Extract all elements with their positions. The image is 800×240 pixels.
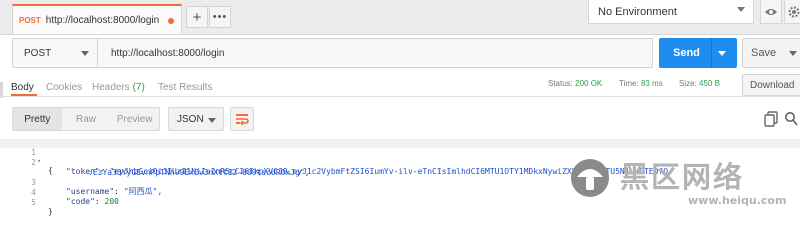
manage-environments-button[interactable]	[784, 0, 800, 24]
new-tab-button[interactable]: +	[186, 6, 208, 28]
mushroom-logo-icon	[571, 159, 609, 197]
view-preview[interactable]: Preview	[110, 108, 159, 130]
send-options-chevron-icon[interactable]	[718, 51, 726, 56]
gear-icon	[788, 6, 800, 17]
more-tabs-button[interactable]: •••	[209, 6, 231, 28]
time-readout: Time: 83 ms	[619, 79, 663, 88]
ellipsis-icon: •••	[212, 11, 228, 23]
format-label: JSON	[177, 113, 204, 125]
current-line-highlight	[0, 139, 800, 148]
tab-headers[interactable]: Headers (7)	[92, 82, 145, 93]
watermark: 黑区网络 www.heiqu.com	[568, 150, 800, 213]
tab-cookies[interactable]: Cookies	[46, 82, 82, 93]
wrap-lines-button[interactable]	[230, 107, 254, 131]
tab-bar: POST http://localhost:8000/login + ••• N…	[0, 0, 800, 35]
username-key: "username"	[66, 187, 115, 196]
open-brace: {	[48, 166, 53, 175]
view-mode-group: Pretty Raw Preview	[12, 107, 160, 131]
url-value: http://localhost:8000/login	[111, 47, 225, 59]
tab-url: http://localhost:8000/login	[45, 14, 160, 26]
line-number: 5	[31, 198, 36, 207]
tab-test-results[interactable]: Test Results	[158, 82, 212, 93]
environment-label: No Environment	[598, 5, 677, 18]
method-select[interactable]: POST	[12, 38, 98, 68]
tab-body[interactable]: Body	[11, 82, 34, 93]
code-line-1: 1 ▾ {	[0, 139, 53, 175]
environment-select[interactable]: No Environment	[588, 0, 754, 24]
token-value-part2: .EzYa33YyGEvnPpTNhv9ExEv3nXttI2-009tsoUR…	[88, 168, 305, 177]
watermark-url: www.heiqu.com	[688, 194, 787, 207]
size-value: 450 B	[699, 79, 720, 88]
headers-count: (7)	[132, 82, 145, 93]
send-label: Send	[673, 47, 700, 59]
fold-arrow-icon[interactable]: ▾	[37, 157, 41, 166]
code-line-5: 5 }	[0, 189, 53, 216]
code-line-2-wrap: .EzYa33YyGEvnPpTNhv9ExEv3nXttI2-009tsoUR…	[88, 168, 310, 177]
chevron-down-icon	[208, 118, 216, 123]
view-pretty[interactable]: Pretty	[13, 108, 62, 130]
download-button[interactable]: Download	[742, 74, 800, 96]
save-label: Save	[751, 47, 777, 59]
tab-headers-label: Headers	[92, 82, 130, 93]
wrap-lines-icon	[236, 114, 249, 125]
eye-icon	[765, 8, 777, 15]
tab-method: POST	[19, 15, 41, 25]
format-select[interactable]: JSON	[168, 107, 224, 131]
chevron-down-icon[interactable]	[789, 51, 797, 56]
active-tab-indicator	[11, 94, 37, 96]
url-input[interactable]: http://localhost:8000/login	[98, 38, 653, 68]
save-button[interactable]: Save	[742, 38, 800, 68]
send-button[interactable]: Send	[659, 38, 737, 68]
download-label: Download	[750, 79, 795, 91]
time-value: 83 ms	[640, 79, 663, 88]
code-line-4: 4 "code": 200	[0, 179, 119, 206]
environment-quick-look-button[interactable]	[760, 0, 782, 24]
code-line-3: 3 "username": "阿西瓜",	[0, 169, 162, 196]
username-value: "阿西瓜"	[123, 187, 158, 196]
plus-icon: +	[192, 8, 202, 26]
watermark-title: 黑区网络	[620, 162, 745, 194]
size-readout: Size: 450 B	[679, 79, 720, 88]
status-readout: Status: 200 OK	[548, 79, 602, 88]
request-tab[interactable]: POST http://localhost:8000/login	[12, 4, 182, 34]
chevron-down-icon	[737, 7, 745, 12]
close-brace: }	[48, 207, 53, 216]
send-divider	[711, 38, 712, 68]
status-value: 200 OK	[575, 79, 603, 88]
unsaved-dot-icon	[168, 18, 174, 24]
chevron-down-icon	[81, 51, 89, 56]
status-label: Status:	[548, 79, 573, 88]
code-line-2: 2 "token": "eyJhbGciOiJIUzI1NiIsInR5cCI6…	[0, 149, 668, 176]
method-label: POST	[24, 47, 52, 59]
copy-icon[interactable]	[764, 111, 778, 127]
size-label: Size:	[679, 79, 697, 88]
code-value: 200	[104, 197, 119, 206]
code-key: "code"	[66, 197, 95, 206]
search-icon[interactable]	[784, 111, 798, 127]
view-raw[interactable]: Raw	[62, 108, 111, 130]
time-label: Time:	[619, 79, 639, 88]
